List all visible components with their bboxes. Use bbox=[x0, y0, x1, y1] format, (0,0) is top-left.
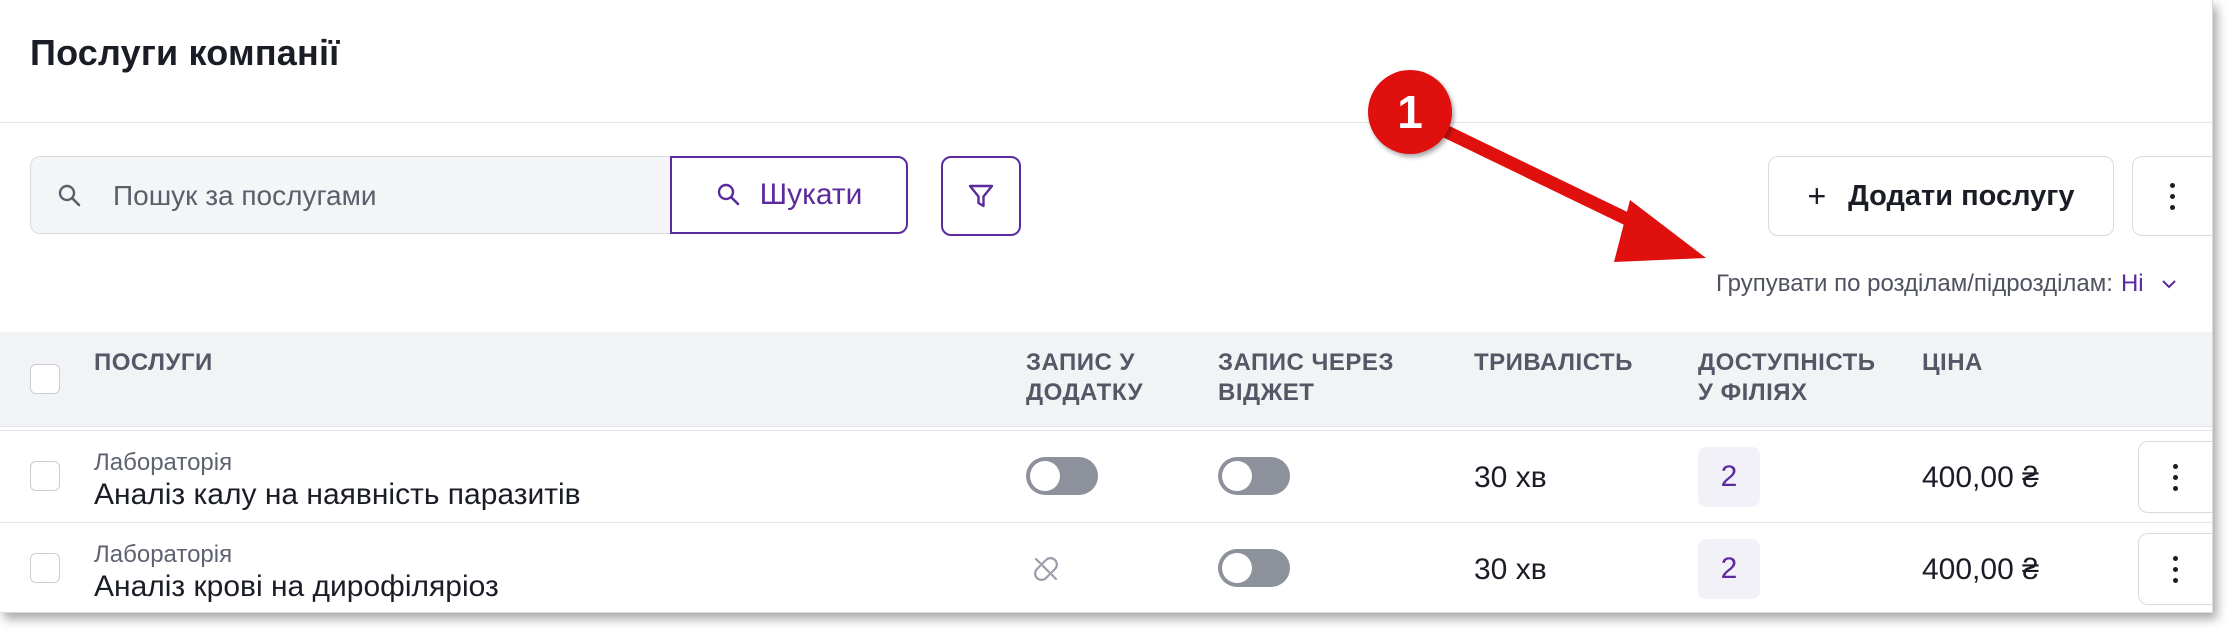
link-off-icon bbox=[1034, 557, 1058, 581]
col-availability-line1: Доступність bbox=[1698, 349, 1876, 376]
kebab-icon bbox=[2173, 463, 2178, 491]
search-icon bbox=[58, 184, 81, 207]
add-service-button[interactable]: + Додати послугу bbox=[1768, 156, 2114, 236]
chevron-down-icon bbox=[2161, 280, 2176, 289]
col-widget-booking: Запис через віджет bbox=[1218, 348, 1394, 408]
service-category: Лабораторія bbox=[94, 449, 233, 476]
branch-availability-badge[interactable]: 2 bbox=[1698, 447, 1760, 507]
service-duration: 30 хв bbox=[1474, 461, 1547, 494]
row-actions-button[interactable] bbox=[2138, 441, 2212, 513]
kebab-icon bbox=[2170, 182, 2175, 210]
row-checkbox[interactable] bbox=[30, 461, 60, 491]
filter-button[interactable] bbox=[941, 156, 1021, 236]
col-app-booking-line1: Запис у bbox=[1026, 349, 1135, 376]
annotation-badge: 1 bbox=[1368, 70, 1452, 154]
search-icon bbox=[717, 183, 739, 206]
service-duration: 30 хв bbox=[1474, 553, 1547, 586]
service-name[interactable]: Аналіз крові на дирофіляріоз bbox=[94, 570, 499, 604]
row-checkbox[interactable] bbox=[30, 553, 60, 583]
grouping-selector[interactable]: Групувати по розділам/підрозділам: Ні bbox=[1716, 270, 2178, 298]
widget-booking-toggle[interactable] bbox=[1218, 549, 1290, 587]
col-availability: Доступність у філіях bbox=[1698, 348, 1875, 408]
app-booking-toggle[interactable] bbox=[1026, 457, 1098, 495]
page-title: Послуги компанії bbox=[30, 32, 340, 73]
table-header: Послуги Запис у додатку Запис через відж… bbox=[0, 332, 2212, 427]
grouping-label: Групувати по розділам/підрозділам: bbox=[1716, 270, 2113, 297]
kebab-icon bbox=[2173, 555, 2178, 583]
col-app-booking: Запис у додатку bbox=[1026, 348, 1143, 408]
services-page: Послуги компанії Шукати + Додати послугу… bbox=[0, 0, 2213, 613]
branch-availability-badge[interactable]: 2 bbox=[1698, 539, 1760, 599]
plus-icon: + bbox=[1807, 177, 1827, 214]
col-widget-booking-line1: Запис через bbox=[1218, 349, 1394, 376]
search-field[interactable] bbox=[30, 156, 672, 234]
col-duration: Тривалість bbox=[1474, 349, 1633, 376]
service-price: 400,00 ₴ bbox=[1922, 553, 2039, 586]
col-widget-booking-line2: віджет bbox=[1218, 379, 1315, 406]
filter-icon bbox=[968, 184, 994, 208]
select-all-checkbox[interactable] bbox=[30, 364, 60, 394]
service-category: Лабораторія bbox=[94, 541, 233, 568]
service-name[interactable]: Аналіз калу на наявність паразитів bbox=[94, 478, 581, 512]
col-price: Ціна bbox=[1922, 349, 1983, 376]
row-actions-button[interactable] bbox=[2138, 533, 2212, 605]
widget-booking-toggle[interactable] bbox=[1218, 457, 1290, 495]
search-input[interactable] bbox=[111, 171, 655, 221]
more-options-button[interactable] bbox=[2132, 156, 2212, 236]
search-button[interactable]: Шукати bbox=[670, 156, 908, 234]
search-button-label: Шукати bbox=[759, 178, 863, 211]
col-app-booking-line2: додатку bbox=[1026, 379, 1144, 406]
add-service-label: Додати послугу bbox=[1848, 179, 2075, 212]
table-row[interactable]: Лабораторія Аналіз крові на дирофіляріоз… bbox=[0, 523, 2212, 612]
col-services: Послуги bbox=[94, 349, 213, 376]
grouping-value: Ні bbox=[2120, 270, 2144, 297]
col-availability-line2: у філіях bbox=[1698, 379, 1808, 406]
divider bbox=[0, 122, 2212, 123]
table-row[interactable]: Лабораторія Аналіз калу на наявність пар… bbox=[0, 431, 2212, 523]
service-price: 400,00 ₴ bbox=[1922, 461, 2039, 494]
